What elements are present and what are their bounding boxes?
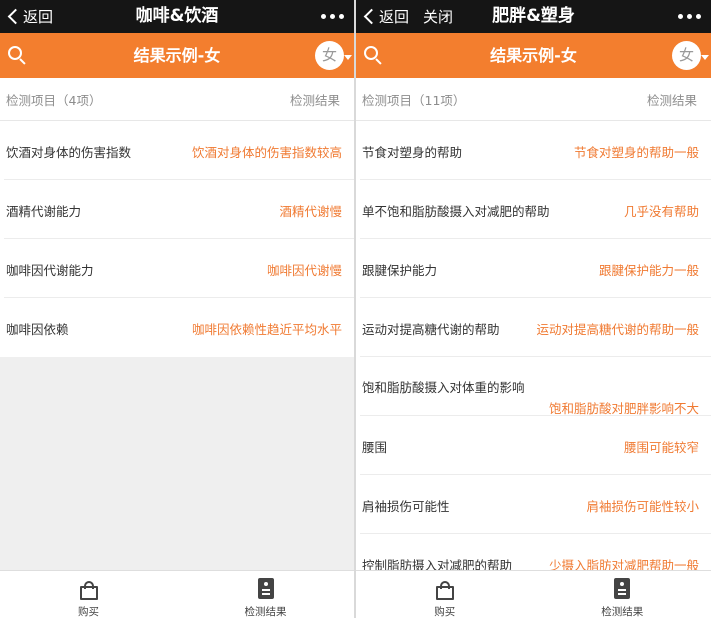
item-result: 跟腱保护能力一般 [598, 263, 699, 278]
item-result: 节食对塑身的帮助一般 [573, 145, 699, 160]
list-header: 检测项目（11项） 检测结果 [356, 78, 711, 121]
item-name: 酒精代谢能力 [6, 204, 82, 219]
list-item[interactable]: 节食对塑身的帮助 节食对塑身的帮助一般 [360, 121, 711, 180]
more-options-icon[interactable] [678, 14, 701, 19]
tab-results-label: 检测结果 [244, 606, 287, 618]
page-title: 肥胖&塑身 [492, 6, 575, 26]
list-item[interactable]: 腰围 腰围可能较窄 [360, 416, 711, 475]
item-result: 腰围可能较窄 [623, 440, 699, 455]
list-item[interactable]: 饮酒对身体的伤害指数 饮酒对身体的伤害指数较高 [4, 121, 354, 180]
item-result: 运动对提高糖代谢的帮助一般 [536, 322, 699, 337]
list-item[interactable]: 咖啡因依赖 咖啡因依赖性趋近平均水平 [4, 298, 354, 357]
list-item[interactable]: 饱和脂肪酸摄入对体重的影响 饱和脂肪酸对肥胖影响不大 [360, 357, 711, 416]
tab-buy-label: 购买 [434, 606, 456, 618]
result-header-bar: 结果示例-女 女 [356, 33, 711, 78]
item-name: 咖啡因代谢能力 [6, 263, 94, 278]
tab-results-label: 检测结果 [601, 606, 644, 618]
bottom-tab-bar: 购买 检测结果 [356, 570, 711, 618]
result-column-label: 检测结果 [646, 92, 697, 108]
list-item[interactable]: 运动对提高糖代谢的帮助 运动对提高糖代谢的帮助一般 [360, 298, 711, 357]
coffee-alcohol-screen: 返回 咖啡&饮酒 结果示例-女 女 检测项目（4项） 检测结果 饮酒对身体的伤害… [0, 0, 354, 618]
caret-down-icon[interactable] [344, 55, 352, 60]
result-column-label: 检测结果 [289, 92, 340, 108]
tab-results[interactable]: 检测结果 [177, 571, 354, 618]
report-icon [614, 578, 631, 599]
item-name: 肩袖损伤可能性 [362, 499, 450, 514]
shopping-bag-icon [79, 581, 98, 600]
result-title: 结果示例-女 [490, 46, 577, 65]
tab-buy[interactable]: 购买 [0, 571, 177, 618]
caret-down-icon[interactable] [701, 55, 709, 60]
item-name: 节食对塑身的帮助 [362, 145, 463, 160]
result-header-bar: 结果示例-女 女 [0, 33, 354, 78]
item-name: 运动对提高糖代谢的帮助 [362, 322, 500, 337]
list-item[interactable]: 单不饱和脂肪酸摄入对减肥的帮助 几乎没有帮助 [360, 180, 711, 239]
tab-buy-label: 购买 [78, 606, 99, 618]
item-name: 饮酒对身体的伤害指数 [6, 145, 132, 160]
item-name: 单不饱和脂肪酸摄入对减肥的帮助 [362, 204, 550, 219]
items-count-label: 检测项目（4项） [6, 92, 102, 108]
tab-results[interactable]: 检测结果 [534, 571, 711, 618]
item-result: 饱和脂肪酸对肥胖影响不大 [548, 401, 699, 416]
title-bar: 返回 关闭 肥胖&塑身 [356, 0, 711, 33]
page-title: 咖啡&饮酒 [135, 6, 219, 26]
obesity-body-shaping-screen: 返回 关闭 肥胖&塑身 结果示例-女 女 检测项目（11项） 检测结果 节食对塑… [356, 0, 711, 618]
list-item[interactable]: 咖啡因代谢能力 咖啡因代谢慢 [4, 239, 354, 298]
item-name: 饱和脂肪酸摄入对体重的影响 [362, 380, 525, 395]
items-count-label: 检测项目（11项） [362, 92, 466, 108]
results-list: 检测项目（11项） 检测结果 节食对塑身的帮助 节食对塑身的帮助一般 单不饱和脂… [356, 78, 711, 593]
shopping-bag-icon [435, 581, 454, 600]
item-result: 几乎没有帮助 [623, 204, 699, 219]
list-item[interactable]: 肩袖损伤可能性 肩袖损伤可能性较小 [360, 475, 711, 534]
list-item[interactable]: 跟腱保护能力 跟腱保护能力一般 [360, 239, 711, 298]
gender-selector[interactable]: 女 [315, 41, 344, 70]
bottom-tab-bar: 购买 检测结果 [0, 570, 354, 618]
item-result: 饮酒对身体的伤害指数较高 [191, 145, 342, 160]
item-result: 酒精代谢慢 [279, 204, 342, 219]
result-title: 结果示例-女 [133, 46, 221, 65]
item-result: 肩袖损伤可能性较小 [586, 499, 699, 514]
title-bar: 返回 咖啡&饮酒 [0, 0, 354, 33]
item-result: 咖啡因代谢慢 [266, 263, 342, 278]
results-list: 检测项目（4项） 检测结果 饮酒对身体的伤害指数 饮酒对身体的伤害指数较高 酒精… [0, 78, 354, 357]
report-icon [257, 578, 274, 599]
item-name: 咖啡因依赖 [6, 322, 69, 337]
item-result: 咖啡因依赖性趋近平均水平 [191, 322, 342, 337]
item-name: 腰围 [362, 440, 388, 455]
gender-selector[interactable]: 女 [672, 41, 701, 70]
list-header: 检测项目（4项） 检测结果 [0, 78, 354, 121]
tab-buy[interactable]: 购买 [356, 571, 534, 618]
list-item[interactable]: 酒精代谢能力 酒精代谢慢 [4, 180, 354, 239]
more-options-icon[interactable] [321, 14, 344, 19]
item-name: 跟腱保护能力 [362, 263, 438, 278]
